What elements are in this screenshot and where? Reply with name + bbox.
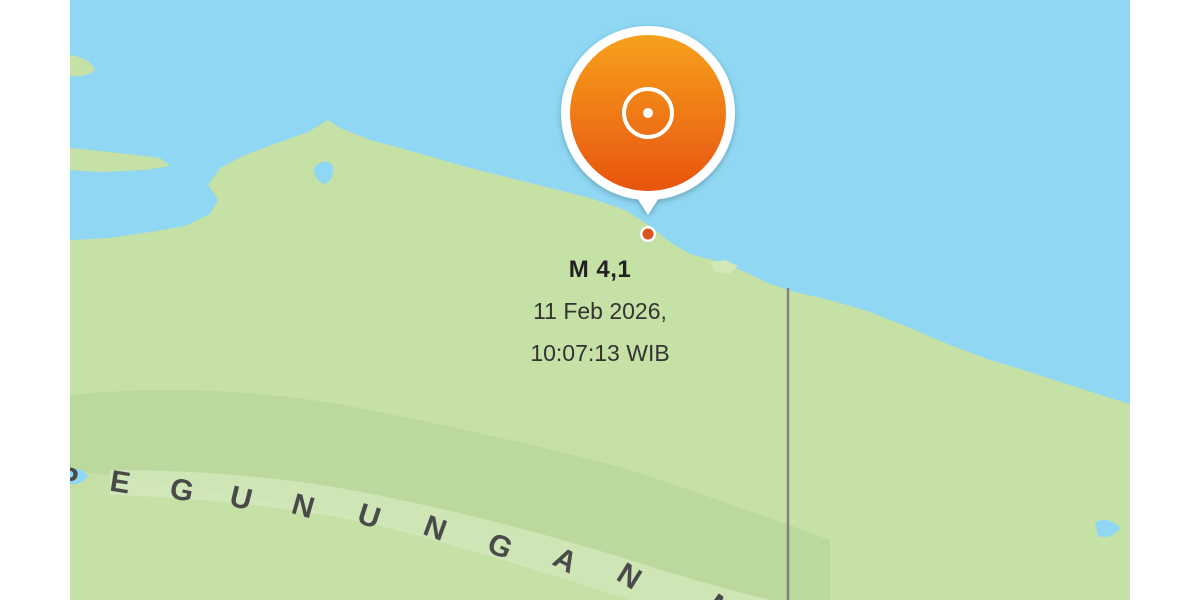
epicenter-dot-core <box>642 228 654 240</box>
map-view[interactable]: M 4,1 11 Feb 2026, 10:07:13 WIB PEGUNUNG… <box>70 0 1130 600</box>
magnitude-label: M 4,1 <box>568 256 632 283</box>
time-label: 10:07:13 WIB <box>530 340 670 366</box>
date-label: 11 Feb 2026, <box>533 298 667 324</box>
